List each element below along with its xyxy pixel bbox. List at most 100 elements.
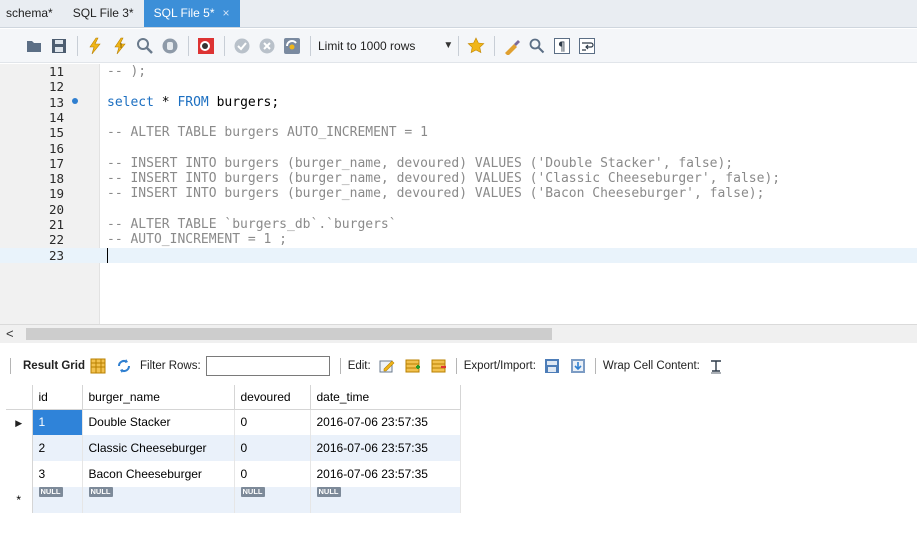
result-toolbar: Result Grid Filter Rows: Edit: Export/Im… (0, 352, 917, 380)
sql-editor[interactable]: 11 -- ); 12 13 select * FROM burgers; 14 15 -- … (0, 64, 917, 324)
rollback-icon[interactable] (255, 34, 279, 58)
commit-icon[interactable] (230, 34, 254, 58)
null-badge: NULL (240, 487, 265, 497)
table-cell[interactable]: Bacon Cheeseburger (82, 461, 235, 487)
export-icon[interactable] (543, 357, 561, 375)
filter-rows-label: Filter Rows: (139, 360, 201, 372)
editor-line[interactable]: 20 (0, 202, 917, 217)
sql-comment: -- ALTER TABLE burgers AUTO_INCREMENT = … (107, 125, 428, 141)
table-row[interactable]: 3 Bacon Cheeseburger 0 2016-07-06 23:57:35 (6, 461, 461, 487)
line-number: 21 (48, 217, 64, 232)
sql-comment: -- INSERT INTO burgers (burger_name, dev… (107, 171, 781, 187)
new-row[interactable]: * NULL NULL NULL NULL (6, 487, 461, 513)
text-caret (107, 247, 108, 263)
export-import-label: Export/Import: (463, 360, 536, 372)
table-cell[interactable]: 1 (32, 409, 83, 435)
execute-icon[interactable] (83, 34, 107, 58)
explain-icon[interactable] (133, 34, 157, 58)
close-tab-icon[interactable]: × (223, 6, 230, 20)
delete-row-icon[interactable] (430, 357, 448, 375)
tab-label: SQL File 3* (72, 6, 134, 20)
line-number: 15 (48, 125, 64, 141)
editor-line[interactable]: 18 -- INSERT INTO burgers (burger_name, d… (0, 171, 917, 186)
wrap-cell-icon[interactable] (707, 357, 725, 375)
sql-toolbar: I Limit to 1000 rows ▼ ¶ (0, 29, 917, 63)
wrap-cell-label: Wrap Cell Content: (602, 360, 700, 372)
toggle-errors-icon[interactable] (194, 34, 218, 58)
insert-row-icon[interactable] (404, 357, 422, 375)
null-badge: NULL (88, 487, 113, 497)
edit-row-icon[interactable] (378, 357, 396, 375)
table-cell[interactable]: NULL (82, 487, 235, 513)
table-cell[interactable]: NULL (32, 487, 83, 513)
filter-rows-input[interactable] (205, 356, 330, 376)
toolbar-separator (458, 35, 460, 56)
open-folder-icon[interactable] (22, 34, 46, 58)
table-cell[interactable]: 0 (234, 409, 311, 435)
svg-text:¶: ¶ (558, 39, 566, 53)
beautify-icon[interactable] (500, 34, 524, 58)
editor-line[interactable]: 23 (0, 247, 917, 263)
sql-comment: -- INSERT INTO burgers (burger_name, dev… (107, 186, 765, 202)
refresh-icon[interactable] (115, 357, 133, 375)
limit-rows-select[interactable]: Limit to 1000 rows ▼ (318, 39, 453, 53)
editor-line[interactable]: 22 -- AUTO_INCREMENT = 1 ; (0, 232, 917, 247)
editor-line[interactable]: 13 select * FROM burgers; (0, 95, 917, 110)
line-number: 20 (48, 201, 64, 217)
table-cell[interactable]: NULL (310, 487, 461, 513)
editor-line[interactable]: 19 -- INSERT INTO burgers (burger_name, d… (0, 186, 917, 201)
execute-current-icon[interactable]: I (108, 34, 132, 58)
tab-sql-file-5[interactable]: SQL File 5* × (143, 0, 240, 27)
editor-line[interactable]: 12 (0, 79, 917, 94)
editor-line[interactable]: 15 -- ALTER TABLE burgers AUTO_INCREMENT … (0, 125, 917, 140)
editor-horizontal-scrollbar[interactable]: < (0, 324, 917, 343)
table-row[interactable]: ▶ 1 Double Stacker 0 2016-07-06 23:57:35 (6, 409, 461, 435)
column-header-burger-name[interactable]: burger_name (82, 385, 235, 410)
row-indicator[interactable] (6, 435, 33, 461)
add-snippet-icon[interactable] (464, 34, 488, 58)
invisible-chars-icon[interactable]: ¶ (550, 34, 574, 58)
table-cell[interactable]: NULL (234, 487, 311, 513)
tab-sql-file-3[interactable]: SQL File 3* (63, 0, 144, 27)
current-row-icon: ▶ (15, 418, 23, 429)
column-header-id[interactable]: id (32, 385, 83, 410)
result-grid-tab[interactable]: Result Grid (23, 360, 85, 372)
table-cell[interactable]: 3 (32, 461, 83, 487)
table-cell[interactable]: 2 (32, 435, 83, 461)
row-indicator[interactable] (6, 461, 33, 487)
table-cell[interactable]: Double Stacker (82, 409, 235, 435)
result-separator (594, 358, 596, 374)
editor-line[interactable]: 17 -- INSERT INTO burgers (burger_name, d… (0, 156, 917, 171)
scrollbar-thumb[interactable] (26, 328, 552, 340)
line-number: 14 (48, 109, 64, 125)
editor-line[interactable]: 16 (0, 141, 917, 156)
sql-token: FROM (177, 94, 209, 110)
table-cell[interactable]: 2016-07-06 23:57:35 (310, 461, 461, 487)
find-icon[interactable] (525, 34, 549, 58)
table-cell[interactable]: 2016-07-06 23:57:35 (310, 435, 461, 461)
grid-view-icon[interactable] (89, 357, 107, 375)
autocommit-icon[interactable] (280, 34, 304, 58)
line-number: 18 (48, 171, 64, 187)
line-number: 12 (48, 79, 64, 95)
wrap-icon[interactable] (575, 34, 599, 58)
import-icon[interactable] (569, 357, 587, 375)
scroll-left-icon[interactable]: < (6, 326, 14, 341)
row-indicator[interactable]: ▶ (6, 409, 33, 435)
table-row[interactable]: 2 Classic Cheeseburger 0 2016-07-06 23:57:3… (6, 435, 461, 461)
stop-icon[interactable] (158, 34, 182, 58)
table-cell[interactable]: 0 (234, 461, 311, 487)
column-header-date-time[interactable]: date_time (310, 385, 461, 410)
save-icon[interactable] (47, 34, 71, 58)
editor-line[interactable]: 21 -- ALTER TABLE `burgers_db`.`burgers` (0, 217, 917, 232)
statement-marker-icon (72, 97, 78, 104)
null-badge: NULL (316, 487, 341, 497)
table-cell[interactable]: 2016-07-06 23:57:35 (310, 409, 461, 435)
editor-line[interactable]: 14 (0, 110, 917, 125)
editor-line[interactable]: 11 -- ); (0, 64, 917, 79)
table-cell[interactable]: Classic Cheeseburger (82, 435, 235, 461)
tab-schema[interactable]: schema* (0, 0, 63, 27)
column-header-devoured[interactable]: devoured (234, 385, 311, 410)
line-number: 13 (48, 94, 64, 110)
table-cell[interactable]: 0 (234, 435, 311, 461)
